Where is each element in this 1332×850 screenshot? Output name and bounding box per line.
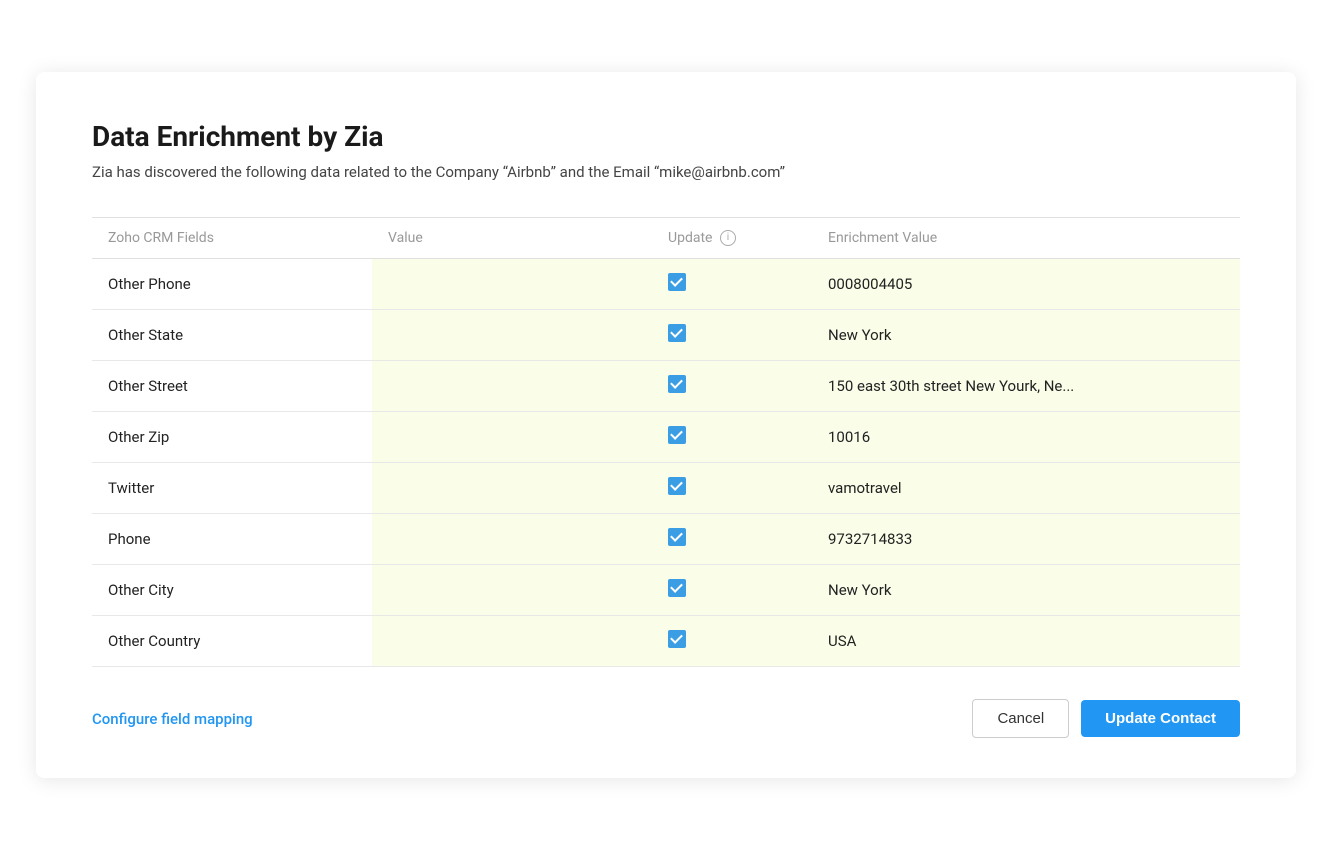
value-cell: [372, 361, 652, 412]
field-name-cell: Other Country: [92, 616, 372, 667]
enrichment-value-cell: 10016: [812, 412, 1240, 463]
value-cell: [372, 259, 652, 310]
configure-field-mapping-link[interactable]: Configure field mapping: [92, 710, 253, 728]
col-header-enrichment: Enrichment Value: [812, 217, 1240, 258]
update-checkbox[interactable]: [668, 630, 686, 648]
field-name-cell: Other Street: [92, 361, 372, 412]
footer-buttons: Cancel Update Contact: [972, 699, 1240, 738]
update-contact-button[interactable]: Update Contact: [1081, 700, 1240, 737]
update-checkbox[interactable]: [668, 477, 686, 495]
update-cell: [652, 616, 812, 667]
value-cell: [372, 565, 652, 616]
modal-container: Data Enrichment by Zia Zia has discovere…: [36, 72, 1296, 778]
table-row: Twitter vamotravel: [92, 463, 1240, 514]
update-cell: [652, 565, 812, 616]
enrichment-value-cell: 0008004405: [812, 259, 1240, 310]
value-cell: [372, 463, 652, 514]
value-cell: [372, 514, 652, 565]
update-cell: [652, 361, 812, 412]
footer: Configure field mapping Cancel Update Co…: [92, 699, 1240, 738]
update-checkbox[interactable]: [668, 579, 686, 597]
enrichment-value-cell: New York: [812, 565, 1240, 616]
update-cell: [652, 259, 812, 310]
enrichment-table: Zoho CRM Fields Value Update i Enrichmen…: [92, 217, 1240, 667]
update-checkbox[interactable]: [668, 375, 686, 393]
value-cell: [372, 412, 652, 463]
field-name-cell: Other City: [92, 565, 372, 616]
enrichment-value-cell: USA: [812, 616, 1240, 667]
update-cell: [652, 463, 812, 514]
cancel-button[interactable]: Cancel: [972, 699, 1069, 738]
update-cell: [652, 412, 812, 463]
field-name-cell: Phone: [92, 514, 372, 565]
table-row: Other Zip 10016: [92, 412, 1240, 463]
col-header-value: Value: [372, 217, 652, 258]
field-name-cell: Other Zip: [92, 412, 372, 463]
field-name-cell: Other State: [92, 310, 372, 361]
table-row: Other Street 150 east 30th street New You…: [92, 361, 1240, 412]
col-header-fields: Zoho CRM Fields: [92, 217, 372, 258]
table-row: Phone 9732714833: [92, 514, 1240, 565]
enrichment-value-cell: vamotravel: [812, 463, 1240, 514]
update-checkbox[interactable]: [668, 324, 686, 342]
field-name-cell: Other Phone: [92, 259, 372, 310]
update-checkbox[interactable]: [668, 273, 686, 291]
update-cell: [652, 514, 812, 565]
table-row: Other State New York: [92, 310, 1240, 361]
table-row: Other Phone 0008004405: [92, 259, 1240, 310]
table-header-row: Zoho CRM Fields Value Update i Enrichmen…: [92, 217, 1240, 258]
page-title: Data Enrichment by Zia: [92, 120, 1240, 153]
update-cell: [652, 310, 812, 361]
enrichment-value-cell: New York: [812, 310, 1240, 361]
field-name-cell: Twitter: [92, 463, 372, 514]
value-cell: [372, 616, 652, 667]
update-checkbox[interactable]: [668, 528, 686, 546]
update-info-icon: i: [720, 230, 736, 246]
col-header-update: Update i: [652, 217, 812, 258]
page-subtitle: Zia has discovered the following data re…: [92, 163, 1240, 181]
enrichment-value-cell: 150 east 30th street New Yourk, Ne...: [812, 361, 1240, 412]
value-cell: [372, 310, 652, 361]
update-checkbox[interactable]: [668, 426, 686, 444]
enrichment-value-cell: 9732714833: [812, 514, 1240, 565]
table-row: Other City New York: [92, 565, 1240, 616]
table-row: Other Country USA: [92, 616, 1240, 667]
